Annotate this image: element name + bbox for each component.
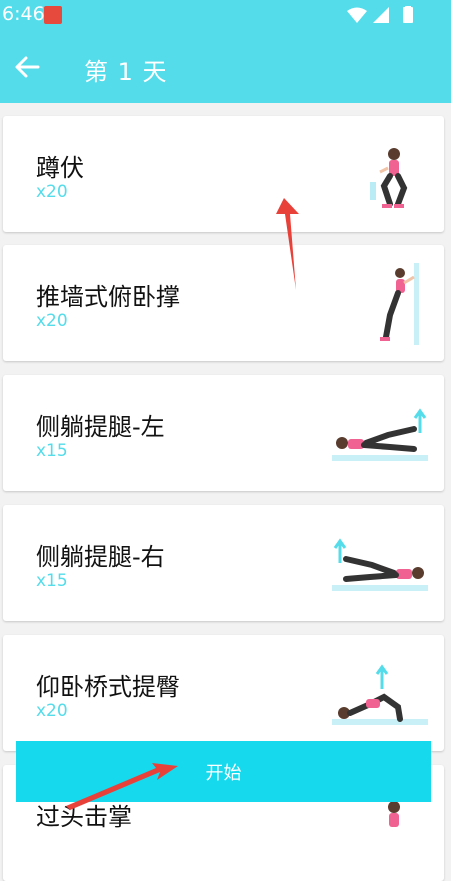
exercise-reps: x15: [36, 571, 68, 591]
status-icons: [347, 6, 413, 23]
start-button[interactable]: 开始: [16, 741, 431, 802]
notification-app-icon: [44, 6, 62, 24]
exercise-name: 仰卧桥式提臀: [36, 673, 180, 701]
exercise-name: 侧躺提腿-右: [36, 543, 165, 571]
status-time: 6:46: [2, 3, 45, 25]
glute-bridge-illustration-icon: [332, 664, 428, 725]
exercise-card[interactable]: 蹲伏 x20: [3, 116, 444, 232]
exercise-card[interactable]: 侧躺提腿-左 x15: [3, 375, 444, 491]
start-button-label: 开始: [205, 762, 242, 784]
squat-illustration-icon: [370, 148, 408, 208]
signal-icon: [373, 7, 389, 23]
exercise-name: 蹲伏: [36, 154, 84, 182]
status-bar: 6:46: [0, 0, 451, 30]
exercise-reps: x15: [36, 441, 68, 461]
exercise-name: 过头击掌: [36, 803, 132, 831]
exercise-reps: x20: [36, 182, 68, 202]
exercise-card[interactable]: 推墙式俯卧撑 x20: [3, 245, 444, 361]
app-bar: 第 1 天: [0, 30, 451, 103]
side-leg-raise-right-illustration-icon: [332, 538, 428, 591]
exercise-reps: x20: [36, 311, 68, 331]
wall-pushup-illustration-icon: [380, 263, 419, 345]
page-title: 第 1 天: [84, 58, 168, 86]
exercise-card[interactable]: 侧躺提腿-右 x15: [3, 505, 444, 621]
exercise-card[interactable]: 仰卧桥式提臀 x20: [3, 635, 444, 751]
battery-icon: [403, 7, 413, 23]
exercise-reps: x20: [36, 701, 68, 721]
wifi-icon: [347, 7, 367, 23]
exercise-name: 侧躺提腿-左: [36, 413, 165, 441]
back-arrow-icon[interactable]: [12, 52, 42, 82]
side-leg-raise-left-illustration-icon: [332, 408, 428, 461]
exercise-name: 推墙式俯卧撑: [36, 283, 180, 311]
